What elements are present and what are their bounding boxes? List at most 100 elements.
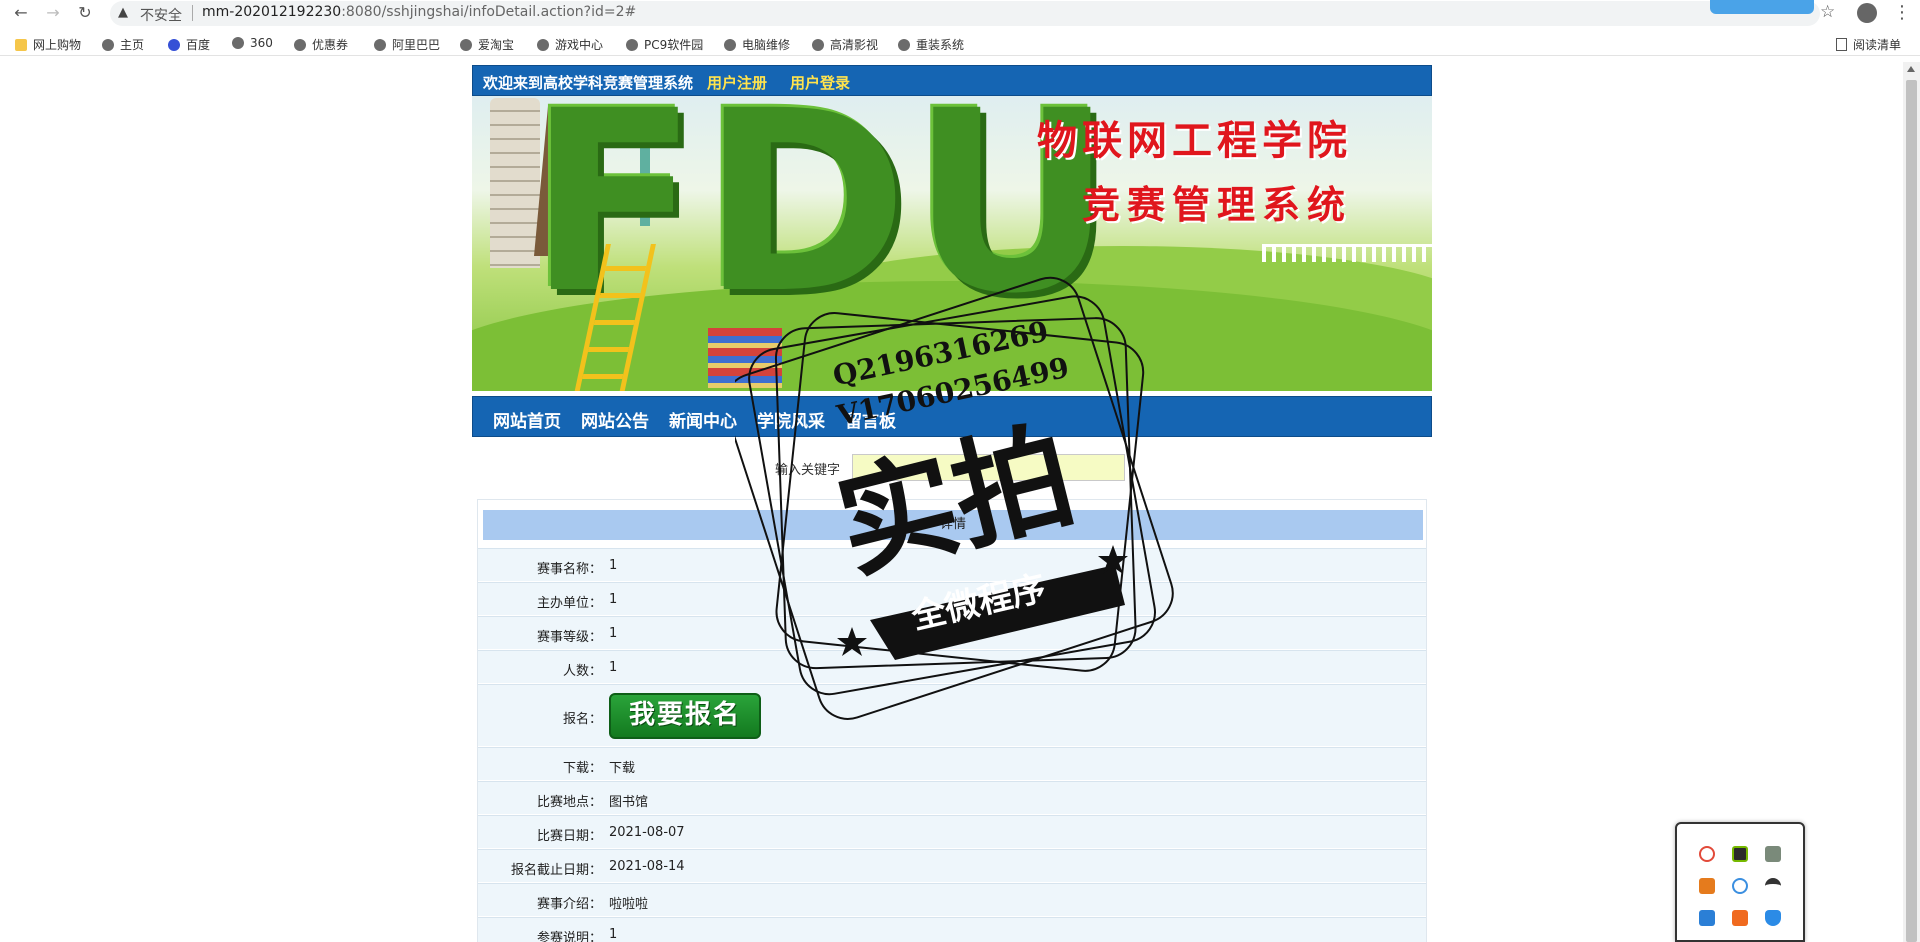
tray-app-icon[interactable]	[1699, 846, 1715, 862]
warning-icon: ▲	[118, 5, 128, 20]
detail-row: 比赛地点： 图书馆	[478, 781, 1426, 814]
detail-label: 比赛日期：	[536, 829, 602, 844]
tray-app-icon[interactable]	[1732, 910, 1748, 926]
fence-graphic	[1262, 244, 1432, 262]
detail-value: 2021-08-14	[609, 859, 685, 874]
extension-badge[interactable]	[1710, 0, 1814, 14]
forward-icon[interactable]: →	[44, 4, 62, 22]
browser-toolbar: ← → ↻ ▲ 不安全 mm-202012192230:8080/sshjing…	[0, 0, 1920, 27]
url-path: :8080/sshjingshai/infoDetail.action?id=2…	[341, 4, 637, 20]
globe-icon	[232, 37, 244, 49]
detail-row: 赛事介绍： 啦啦啦	[478, 883, 1426, 916]
url-host: mm-202012192230	[202, 4, 342, 20]
detail-value: 1	[609, 558, 618, 573]
detail-value: 1	[609, 592, 618, 607]
detail-row: 赛事等级： 1	[478, 616, 1426, 649]
tray-app-icon[interactable]	[1699, 878, 1715, 894]
search-label: 输入关键字	[775, 463, 841, 478]
register-link[interactable]: 用户注册	[707, 72, 767, 93]
bookmark-item[interactable]: 阿里巴巴	[374, 36, 440, 53]
detail-row: 比赛日期： 2021-08-07	[478, 815, 1426, 848]
banner-title-line2: 竞赛管理系统	[1082, 182, 1353, 227]
bookmark-item[interactable]: 主页	[102, 36, 144, 53]
detail-value: 1	[609, 660, 618, 675]
bookmark-item[interactable]: 优惠券	[294, 36, 348, 53]
tray-app-icon[interactable]	[1732, 878, 1748, 894]
detail-row: 主办单位： 1	[478, 582, 1426, 615]
tray-app-icon[interactable]	[1699, 910, 1715, 926]
books-graphic	[708, 328, 782, 388]
detail-label: 赛事等级：	[536, 630, 602, 645]
detail-value: 2021-08-07	[609, 825, 685, 840]
login-link[interactable]: 用户登录	[790, 72, 850, 93]
bookmark-item[interactable]: PC9软件园	[626, 36, 703, 53]
reload-icon[interactable]: ↻	[76, 4, 94, 22]
bookmark-item[interactable]: 高清影视	[812, 36, 878, 53]
detail-label: 比赛地点：	[536, 795, 602, 810]
detail-panel: 详情 赛事名称： 1 主办单位： 1 赛事等级： 1 人数： 1 报名： 我要报…	[477, 499, 1427, 942]
account-icon[interactable]	[1857, 3, 1877, 23]
reading-list[interactable]: 阅读清单	[1836, 36, 1901, 53]
detail-label: 参赛说明：	[536, 931, 602, 942]
reading-list-icon	[1836, 38, 1847, 51]
detail-row: 赛事名称： 1	[478, 548, 1426, 581]
bookmark-star-icon[interactable]: ☆	[1820, 2, 1835, 22]
nav-announcements[interactable]: 网站公告	[581, 407, 649, 432]
shield-icon[interactable]	[1765, 910, 1781, 926]
detail-heading: 详情	[483, 510, 1423, 540]
nav-home[interactable]: 网站首页	[493, 407, 561, 432]
scroll-up-icon[interactable]	[1907, 66, 1915, 72]
bookmarks-bar: 网上购物 主页 百度 360 优惠券 阿里巴巴 爱淘宝 游戏中心 PC9软件园 …	[0, 32, 1920, 56]
site-banner: FDU 物联网工程学院 竞赛管理系统	[472, 96, 1432, 391]
globe-icon	[374, 39, 386, 51]
insecure-label: 不安全	[140, 8, 182, 24]
bookmark-item[interactable]: 爱淘宝	[460, 36, 514, 53]
bookmark-item[interactable]: 百度	[168, 36, 210, 53]
bookmark-item[interactable]: 网上购物	[15, 36, 81, 53]
main-nav: 网站首页 网站公告 新闻中心 学院风采 留言板	[472, 396, 1432, 437]
nvidia-icon[interactable]	[1732, 846, 1748, 862]
detail-row: 人数： 1	[478, 650, 1426, 683]
detail-label: 人数：	[562, 664, 602, 679]
url-text[interactable]: mm-202012192230:8080/sshjingshai/infoDet…	[202, 4, 636, 20]
folder-icon	[15, 39, 27, 51]
url-separator	[192, 5, 193, 21]
globe-icon	[898, 39, 910, 51]
page-scrollbar[interactable]	[1903, 62, 1920, 942]
nav-guestbook[interactable]: 留言板	[845, 407, 896, 432]
globe-icon	[460, 39, 472, 51]
speed-icon[interactable]	[1765, 878, 1781, 894]
globe-icon	[626, 39, 638, 51]
detail-row: 参赛说明： 1	[478, 917, 1426, 942]
globe-icon	[724, 39, 736, 51]
globe-icon	[537, 39, 549, 51]
detail-label: 报名截止日期：	[510, 863, 602, 878]
system-tray-popup	[1675, 822, 1805, 942]
banner-title-line1: 物联网工程学院	[1037, 117, 1352, 164]
menu-icon[interactable]: ⋮	[1893, 2, 1911, 23]
baidu-paw-icon	[168, 39, 180, 51]
nav-college[interactable]: 学院风采	[757, 407, 825, 432]
detail-value: 啦啦啦	[609, 897, 649, 912]
signup-button[interactable]: 我要报名	[609, 693, 761, 739]
detail-label: 赛事名称：	[536, 562, 602, 577]
search-input[interactable]	[852, 454, 1125, 481]
detail-value: 图书馆	[609, 795, 649, 810]
detail-value: 1	[609, 626, 618, 641]
bookmark-item[interactable]: 360	[232, 36, 273, 50]
bookmark-item[interactable]: 重装系统	[898, 36, 964, 53]
globe-icon	[812, 39, 824, 51]
tray-app-icon[interactable]	[1765, 846, 1781, 862]
back-icon[interactable]: ←	[12, 4, 30, 22]
bookmark-item[interactable]: 电脑维修	[724, 36, 790, 53]
detail-row: 报名： 我要报名	[478, 684, 1426, 746]
nav-news[interactable]: 新闻中心	[669, 407, 737, 432]
detail-label: 赛事介绍：	[536, 897, 602, 912]
scroll-thumb[interactable]	[1906, 80, 1917, 942]
address-bar[interactable]: ▲ 不安全 mm-202012192230:8080/sshjingshai/i…	[110, 1, 1820, 26]
bookmark-item[interactable]: 游戏中心	[537, 36, 603, 53]
site-top-bar: 欢迎来到高校学科竞赛管理系统 用户注册 用户登录	[472, 65, 1432, 96]
detail-label: 报名：	[562, 712, 602, 727]
download-link[interactable]: 下载	[609, 757, 635, 776]
detail-row: 下载： 下载	[478, 747, 1426, 780]
